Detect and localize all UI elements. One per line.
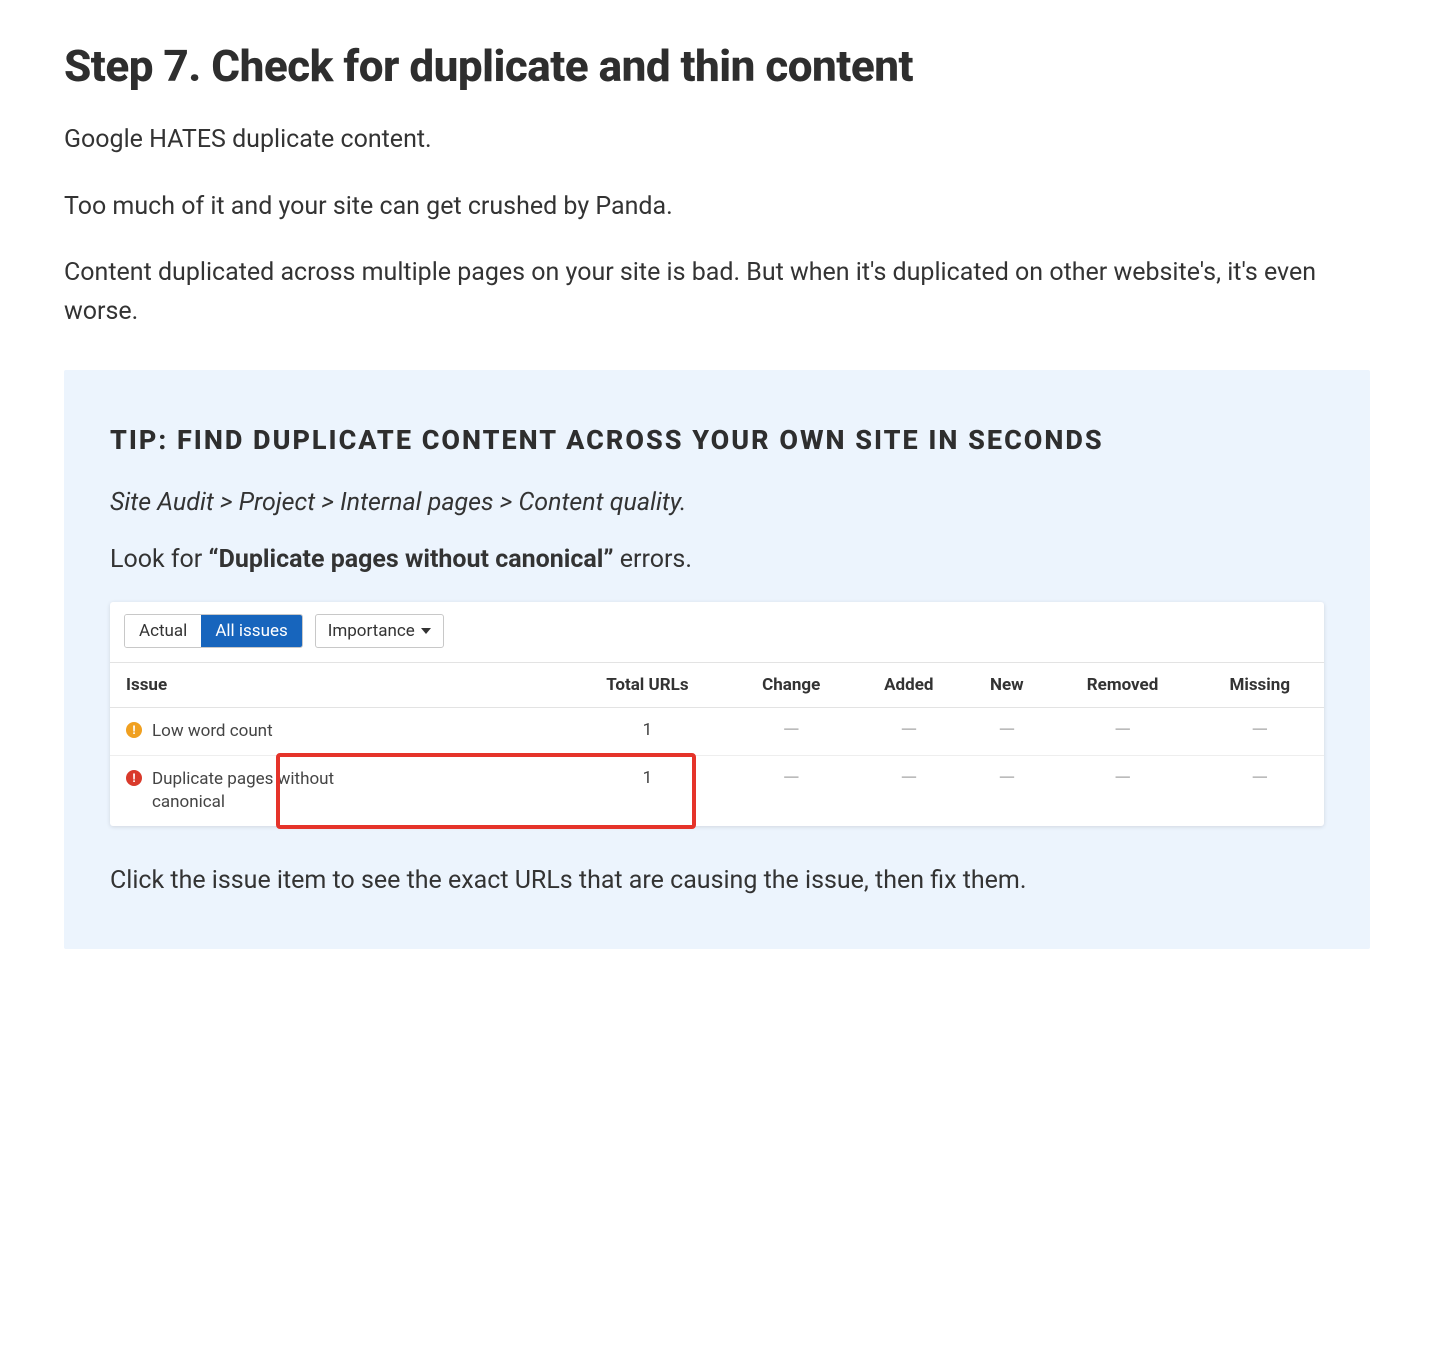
table-row[interactable]: ! Duplicate pages without canonical 1 — …: [110, 756, 1324, 826]
tip-followup: Click the issue item to see the exact UR…: [110, 862, 1324, 901]
tip-heading: TIP: FIND DUPLICATE CONTENT ACROSS YOUR …: [110, 420, 1324, 461]
col-missing[interactable]: Missing: [1195, 663, 1324, 708]
cell-missing: —: [1251, 766, 1268, 791]
cell-missing: —: [1251, 718, 1268, 743]
importance-dropdown-label: Importance: [328, 621, 415, 641]
cell-added: —: [900, 718, 917, 743]
tip-lookfor: Look for “Duplicate pages without canoni…: [110, 545, 1324, 574]
warning-icon: !: [126, 722, 142, 738]
importance-dropdown[interactable]: Importance: [315, 614, 444, 648]
col-new[interactable]: New: [964, 663, 1050, 708]
tab-actual[interactable]: Actual: [125, 615, 201, 647]
issue-label: Low word count: [152, 720, 273, 743]
tip-lookfor-bold: “Duplicate pages without canonical”: [208, 545, 613, 574]
col-removed[interactable]: Removed: [1050, 663, 1196, 708]
page-title: Step 7. Check for duplicate and thin con…: [64, 40, 1370, 93]
tab-group: Actual All issues: [124, 614, 303, 648]
cell-total-urls: 1: [566, 708, 729, 756]
cell-total-urls: 1: [643, 768, 653, 788]
cell-new: —: [998, 718, 1015, 743]
table-header-row: Issue Total URLs Change Added New Remove…: [110, 663, 1324, 708]
issue-label: Duplicate pages without canonical: [152, 768, 386, 814]
cell-added: —: [900, 766, 917, 791]
body-paragraph: Content duplicated across multiple pages…: [64, 254, 1370, 332]
tip-lookfor-suffix: errors.: [614, 545, 692, 574]
error-icon: !: [126, 770, 142, 786]
cell-new: —: [998, 766, 1015, 791]
col-total-urls[interactable]: Total URLs: [566, 663, 729, 708]
col-issue[interactable]: Issue: [110, 663, 566, 708]
tab-all-issues[interactable]: All issues: [201, 615, 301, 647]
cell-removed: —: [1114, 766, 1131, 791]
tip-lookfor-prefix: Look for: [110, 545, 208, 574]
body-paragraph: Too much of it and your site can get cru…: [64, 188, 1370, 227]
col-change[interactable]: Change: [729, 663, 854, 708]
chevron-down-icon: [421, 628, 431, 634]
table-row[interactable]: ! Low word count 1 — — — — —: [110, 708, 1324, 756]
tip-breadcrumb: Site Audit > Project > Internal pages > …: [110, 488, 1324, 517]
audit-table: Issue Total URLs Change Added New Remove…: [110, 662, 1324, 826]
audit-controls: Actual All issues Importance: [110, 614, 1324, 662]
cell-change: —: [783, 718, 800, 743]
body-paragraph: Google HATES duplicate content.: [64, 121, 1370, 160]
tip-box: TIP: FIND DUPLICATE CONTENT ACROSS YOUR …: [64, 370, 1370, 949]
col-added[interactable]: Added: [854, 663, 965, 708]
cell-removed: —: [1114, 718, 1131, 743]
cell-change: —: [783, 766, 800, 791]
audit-panel: Actual All issues Importance Issue Total…: [110, 602, 1324, 826]
